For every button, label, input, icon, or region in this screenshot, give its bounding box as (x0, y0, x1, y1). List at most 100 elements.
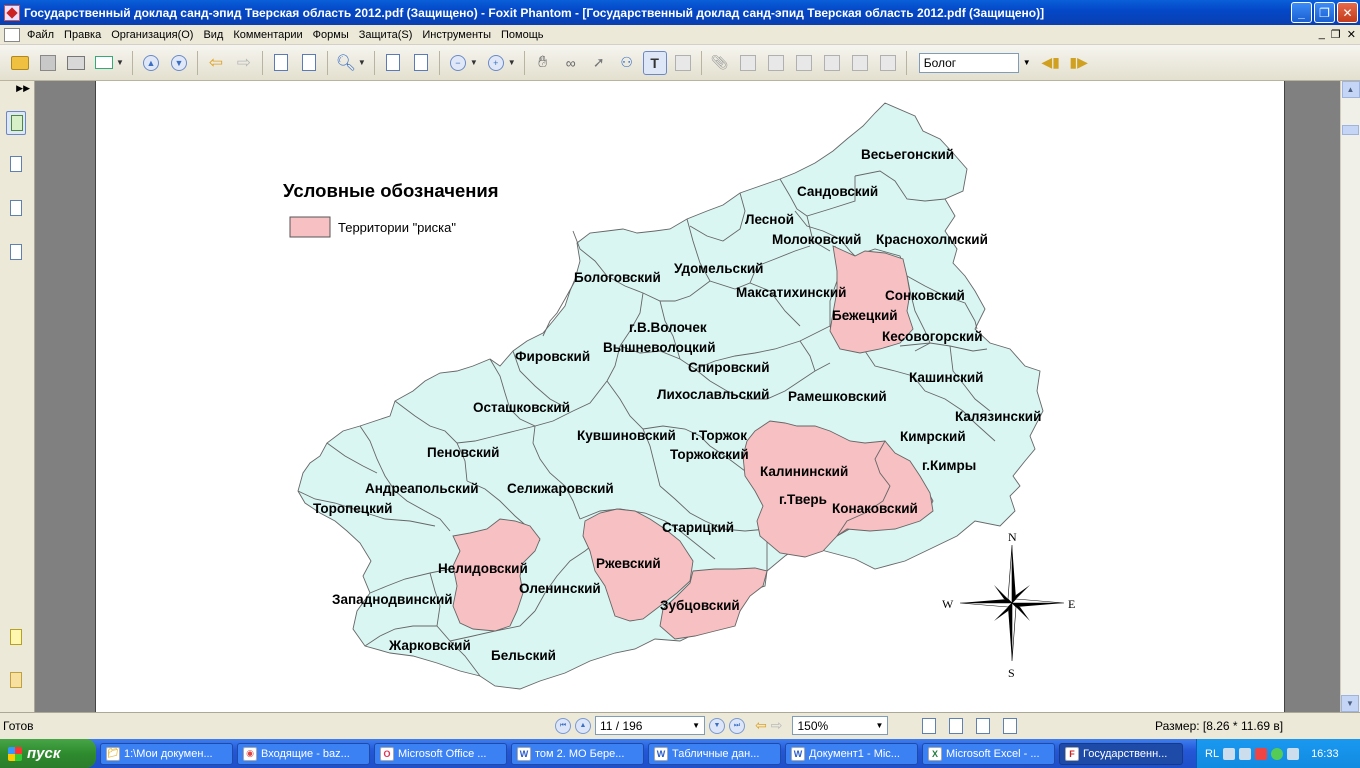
zoom-tool-button[interactable]: 🔍︎ (334, 51, 358, 75)
foxit-app-icon[interactable] (4, 4, 20, 21)
zoom-in-dropdown-icon[interactable]: ▼ (508, 58, 516, 67)
layers-tab[interactable] (6, 197, 26, 221)
menu-organize[interactable]: Организация(O) (106, 29, 198, 41)
restore-button[interactable]: ❐ (1314, 2, 1335, 23)
chrome-tray-icon[interactable] (1271, 747, 1284, 760)
taskbar-button[interactable]: W Табличные дан... (648, 742, 781, 765)
search-input[interactable]: Болог (918, 52, 1019, 73)
find-next-button[interactable]: ▮▶ (1067, 51, 1091, 75)
stamp-button[interactable] (736, 51, 760, 75)
hand-icon: ✋︎ (538, 53, 548, 71)
open-button[interactable] (8, 51, 32, 75)
district-label: г.В.Волочек (629, 320, 707, 335)
prev-page-button[interactable]: ▲ (575, 717, 591, 734)
pencil-button[interactable] (848, 51, 872, 75)
taskbar-button[interactable]: W Документ1 - Mic... (785, 742, 918, 765)
scroll-thumb[interactable] (1342, 125, 1359, 135)
vertical-scrollbar[interactable]: ▲ ▼ (1340, 81, 1360, 712)
insert-page-button[interactable] (297, 51, 321, 75)
taskbar-button[interactable]: O Microsoft Office ... (374, 742, 507, 765)
doc-close-button[interactable]: ✕ (1347, 28, 1356, 41)
page-size-label: Размер: [8.26 * 11.69 в] (1155, 719, 1284, 733)
link-button[interactable] (792, 51, 816, 75)
find-previous-button[interactable]: ◀▮ (1039, 51, 1063, 75)
district-label: Лесной (745, 212, 794, 227)
next-page-status-button[interactable]: ▼ (709, 717, 725, 734)
page-number-field[interactable]: 11 / 196 ▼ (595, 716, 705, 735)
zoom-field[interactable]: 150% ▼ (792, 716, 889, 735)
hand-tool-button[interactable]: ✋︎ (531, 51, 555, 75)
snapshot-button[interactable] (671, 51, 695, 75)
menu-tools[interactable]: Инструменты (417, 29, 496, 41)
page-dropdown-icon[interactable]: ▼ (692, 721, 700, 730)
document-icon[interactable] (4, 27, 20, 42)
email-dropdown-icon[interactable]: ▼ (116, 58, 124, 67)
zoom-dropdown-icon[interactable]: ▼ (876, 721, 884, 730)
taskbar-button[interactable]: ◉ Входящие - baz... (237, 742, 370, 765)
attachments-tab[interactable] (6, 669, 26, 693)
first-page-button[interactable]: ⏮ (555, 717, 571, 734)
zoom-tool-dropdown-icon[interactable]: ▼ (358, 58, 366, 67)
menu-file[interactable]: Файл (22, 29, 59, 41)
email-button[interactable] (92, 51, 116, 75)
compass-north: N (1008, 530, 1017, 544)
select-tool-button[interactable]: ➚ (587, 51, 611, 75)
reading-mode-button[interactable]: ∞ (559, 51, 583, 75)
tray-app-icon[interactable] (1223, 747, 1236, 760)
save-button[interactable] (36, 51, 60, 75)
network-icon[interactable] (1239, 747, 1252, 760)
pages-tab[interactable] (6, 153, 26, 177)
forward-view-icon[interactable]: ⇨ (771, 717, 783, 734)
previous-page-button[interactable]: ▲ (139, 51, 163, 75)
comments-tab[interactable] (6, 626, 26, 650)
start-button[interactable]: пуск (0, 739, 96, 768)
attach-button[interactable]: 📎︎ (708, 51, 732, 75)
zoom-in-button[interactable]: + (484, 51, 508, 75)
back-button[interactable]: ⇦ (204, 51, 228, 75)
continuous-view-icon[interactable] (949, 717, 964, 734)
doc-restore-button[interactable]: ❐ (1331, 28, 1341, 41)
back-view-icon[interactable]: ⇦ (755, 717, 767, 734)
zoom-out-button[interactable]: − (446, 51, 470, 75)
extract-page-button[interactable] (269, 51, 293, 75)
taskbar-button[interactable]: X Microsoft Excel - ... (922, 742, 1055, 765)
print-button[interactable] (64, 51, 88, 75)
eraser-button[interactable] (820, 51, 844, 75)
tray-monitor-icon[interactable] (1287, 747, 1300, 760)
zoom-out-dropdown-icon[interactable]: ▼ (470, 58, 478, 67)
menu-forms[interactable]: Формы (308, 29, 354, 41)
taskbar-button[interactable]: 📁︎ 1:\Мои докумен... (100, 742, 233, 765)
facing-view-icon[interactable] (976, 717, 991, 734)
legend-title: Условные обозначения (283, 180, 499, 201)
collapse-panel-icon[interactable]: ▶▶ (16, 83, 30, 94)
menu-comments[interactable]: Комментарии (228, 29, 307, 41)
search-dropdown-icon[interactable]: ▼ (1023, 58, 1031, 67)
fit-page-button[interactable] (381, 51, 405, 75)
next-page-button[interactable]: ▼ (167, 51, 191, 75)
last-page-button[interactable]: ⏭ (729, 717, 745, 734)
fit-width-button[interactable] (409, 51, 433, 75)
signatures-tab[interactable] (6, 241, 26, 265)
scroll-up-button[interactable]: ▲ (1341, 81, 1360, 98)
language-indicator[interactable]: RL (1205, 748, 1219, 760)
taskbar-button[interactable]: F Государственн... (1059, 742, 1183, 765)
minimize-button[interactable]: _ (1291, 2, 1312, 23)
doc-minimize-button[interactable]: _ (1319, 28, 1325, 41)
single-page-view-icon[interactable] (922, 717, 937, 734)
menu-view[interactable]: Вид (198, 29, 228, 41)
antivirus-icon[interactable] (1255, 747, 1268, 760)
continuous-facing-view-icon[interactable] (1003, 717, 1018, 734)
close-button[interactable]: ✕ (1337, 2, 1358, 23)
menu-edit[interactable]: Правка (59, 29, 106, 41)
find-button[interactable]: ⚇ (615, 51, 639, 75)
select-text-button[interactable]: T (642, 50, 667, 75)
district-label: Торопецкий (313, 501, 392, 516)
menu-protect[interactable]: Защита(S) (354, 29, 418, 41)
forward-button[interactable]: ⇨ (232, 51, 256, 75)
sign-button[interactable] (876, 51, 900, 75)
bookmarks-tab[interactable] (6, 111, 26, 135)
menu-help[interactable]: Помощь (496, 29, 549, 41)
taskbar-button[interactable]: Wтом 2. МО Бере... (511, 742, 644, 765)
image-button[interactable] (764, 51, 788, 75)
scroll-down-button[interactable]: ▼ (1341, 695, 1359, 712)
